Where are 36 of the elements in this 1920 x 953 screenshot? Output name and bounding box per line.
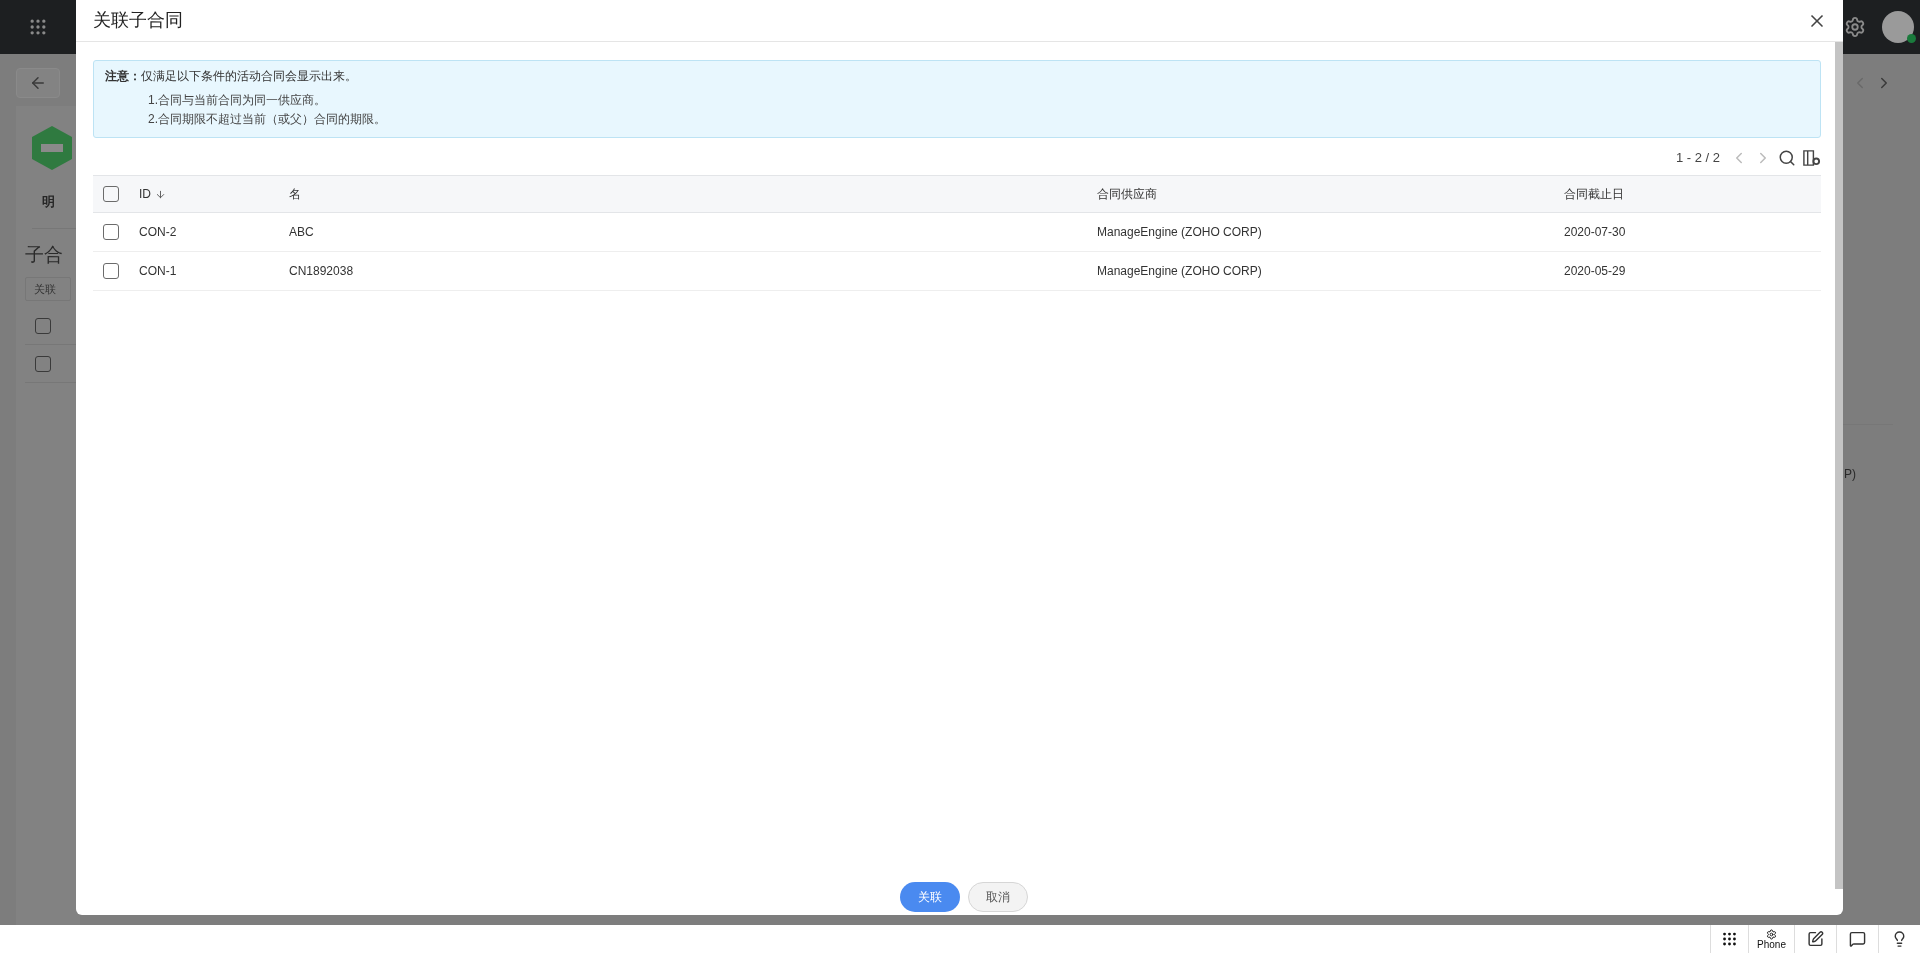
- table-cell: 2020-07-30: [1564, 225, 1626, 239]
- scrollbar[interactable]: [1835, 42, 1843, 889]
- condition-text: 1.合同与当前合同为同一供应商。: [148, 92, 327, 109]
- table-cell: CON-2: [139, 225, 177, 239]
- vendor-text: P): [1843, 466, 1857, 483]
- column-settings-icon[interactable]: [1802, 148, 1821, 167]
- cancel-button[interactable]: 取消: [968, 882, 1028, 912]
- gear-icon: [1766, 928, 1777, 940]
- table-cell: CN1892038: [289, 264, 354, 278]
- checkbox[interactable]: [103, 263, 119, 279]
- apps-grid-icon[interactable]: [28, 17, 48, 37]
- dialog-title: 关联子合同: [93, 9, 183, 32]
- search-icon[interactable]: [1778, 148, 1796, 167]
- table-cell: 2020-05-29: [1564, 264, 1626, 278]
- table-cell: ManageEngine (ZOHO CORP): [1097, 264, 1262, 278]
- settings-icon[interactable]: [1844, 16, 1866, 38]
- detail-tab[interactable]: 明: [42, 192, 80, 212]
- notice-text: 注意：仅满足以下条件的活动合同会显示出来。: [105, 68, 358, 85]
- avatar[interactable]: [1882, 11, 1914, 43]
- checkbox[interactable]: [35, 355, 51, 372]
- back-button[interactable]: [16, 68, 60, 98]
- section-title: 子合: [25, 242, 64, 267]
- column-header[interactable]: ID: [139, 185, 151, 203]
- checkbox[interactable]: [103, 186, 119, 202]
- table-cell: ManageEngine (ZOHO CORP): [1097, 225, 1262, 239]
- checkbox[interactable]: [35, 317, 51, 334]
- checkbox[interactable]: [103, 224, 119, 240]
- column-header[interactable]: 名: [289, 185, 301, 203]
- condition-text: 2.合同期限不超过当前（或父）合同的期限。: [148, 111, 387, 128]
- sort-arrow-icon[interactable]: [155, 188, 166, 200]
- column-header[interactable]: 合同截止日: [1564, 185, 1624, 203]
- table-cell: CON-1: [139, 264, 177, 278]
- pagination-range: 1 - 2 / 2: [1675, 148, 1720, 167]
- column-header[interactable]: 合同供应商: [1097, 185, 1157, 203]
- table-cell: ABC: [289, 225, 314, 239]
- phone-button[interactable]: Phone: [1748, 925, 1794, 953]
